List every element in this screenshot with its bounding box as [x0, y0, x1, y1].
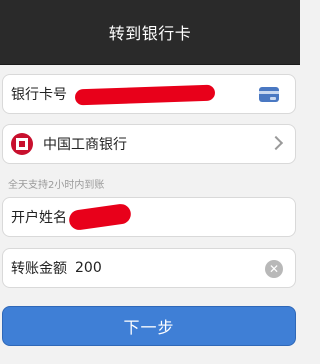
- amount-label: 转账金额: [11, 261, 67, 277]
- amount-value[interactable]: 200: [75, 260, 102, 276]
- redacted-account-name: [67, 202, 133, 232]
- arrival-hint: 全天支持2小时内到账: [8, 180, 105, 191]
- card-number-field[interactable]: 银行卡号: [2, 74, 296, 114]
- next-button[interactable]: 下一步: [2, 306, 296, 346]
- amount-field[interactable]: 转账金额 200 ✕: [2, 248, 296, 288]
- redacted-card-number: [74, 84, 216, 106]
- bank-name: 中国工商银行: [43, 137, 127, 153]
- account-name-field[interactable]: 开户姓名: [2, 197, 296, 237]
- chevron-right-icon: [268, 135, 284, 151]
- icbc-logo-icon: [11, 133, 33, 155]
- top-bar: 转到银行卡: [0, 0, 300, 65]
- bank-card-icon[interactable]: [259, 87, 279, 102]
- bank-select[interactable]: 中国工商银行: [2, 124, 296, 164]
- page-title: 转到银行卡: [108, 24, 192, 43]
- clear-icon[interactable]: ✕: [265, 260, 283, 278]
- account-name-label: 开户姓名: [11, 210, 67, 226]
- card-number-label: 银行卡号: [11, 87, 67, 103]
